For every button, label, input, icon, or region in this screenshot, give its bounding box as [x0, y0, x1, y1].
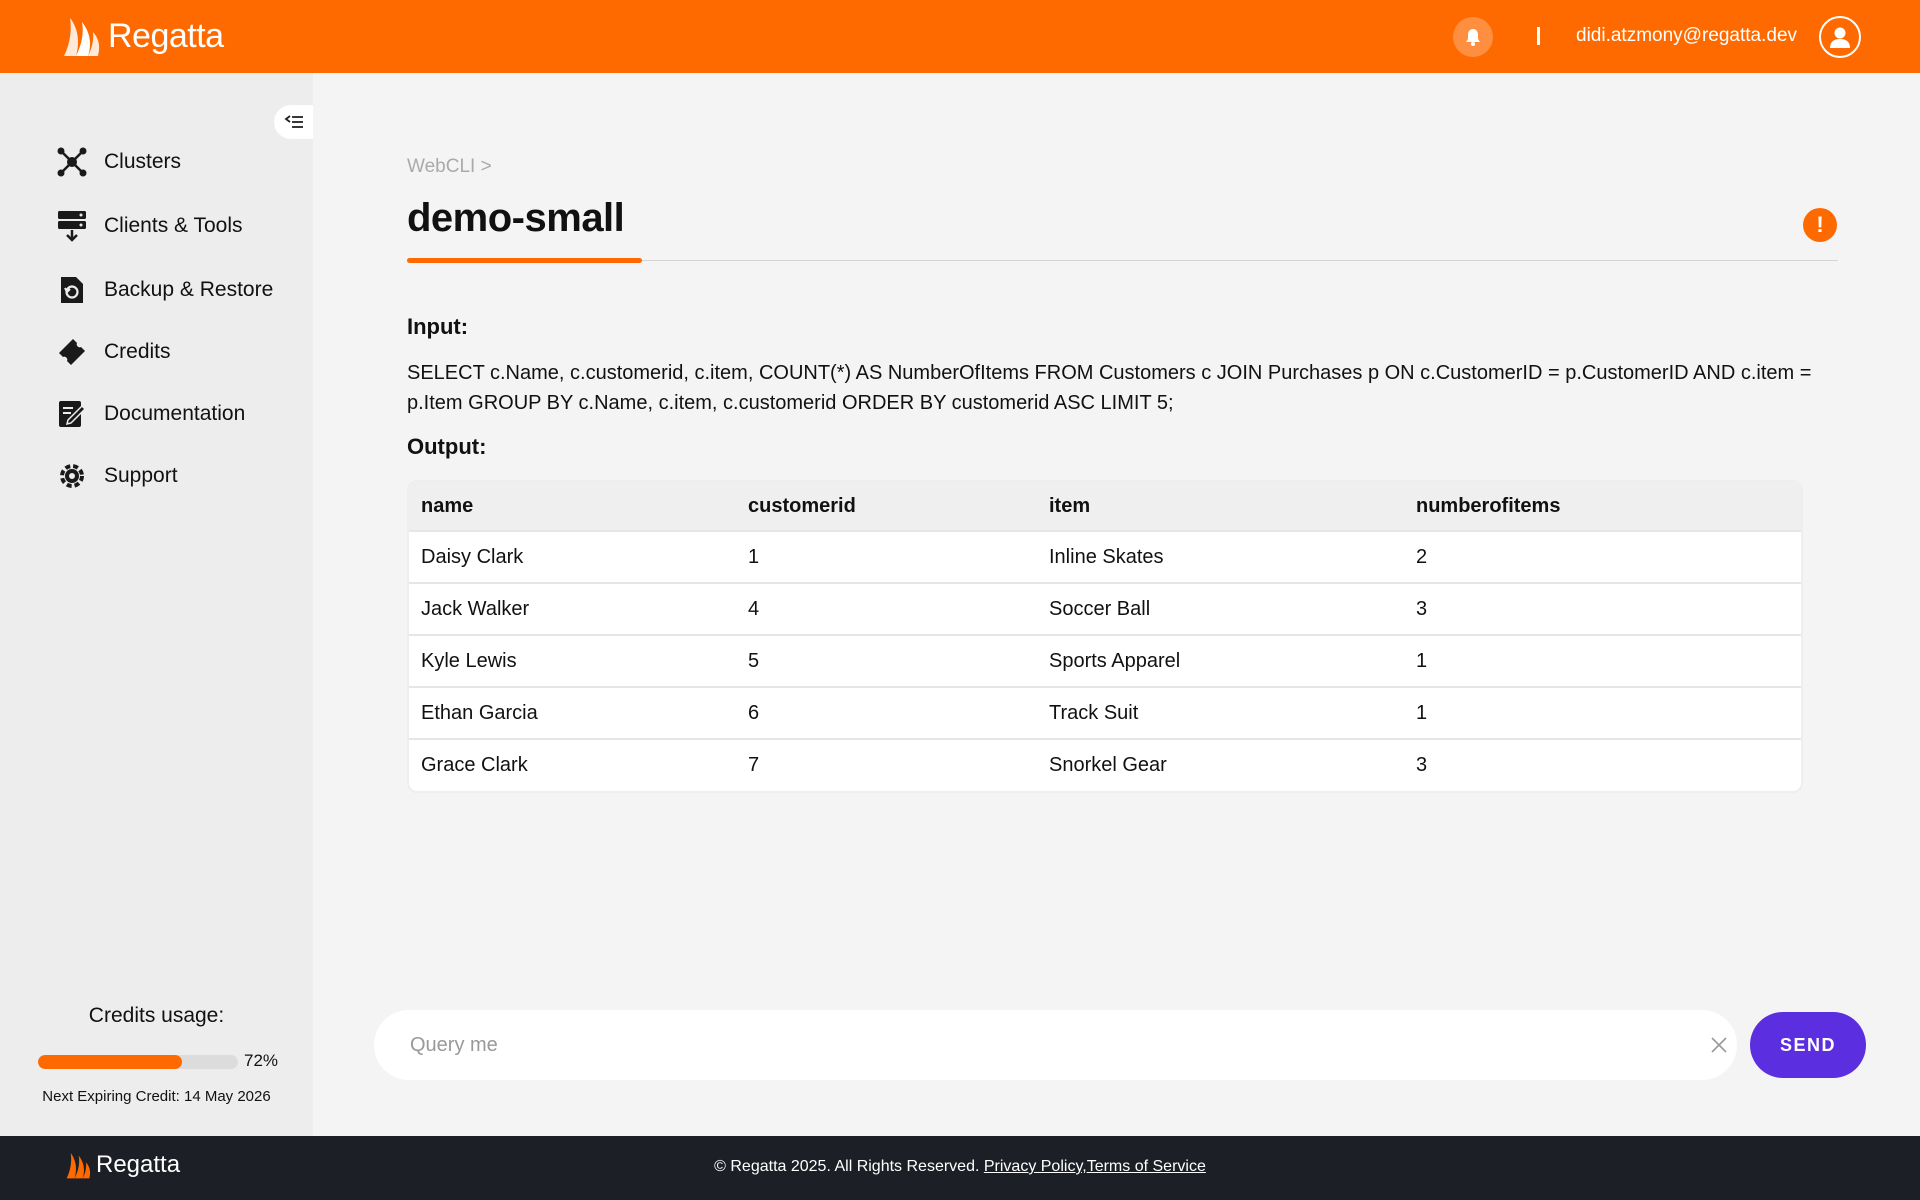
- table-cell: Ethan Garcia: [409, 686, 736, 739]
- user-avatar-button[interactable]: [1819, 16, 1861, 58]
- table-cell: Daisy Clark: [409, 530, 736, 583]
- output-label: Output:: [407, 434, 487, 459]
- clients-tools-icon: [56, 210, 88, 242]
- table-cell: 3: [1404, 582, 1801, 635]
- footer-copyright: © Regatta 2025. All Rights Reserved. Pri…: [0, 1158, 1920, 1176]
- clear-query-button[interactable]: [1704, 1030, 1734, 1060]
- sidebar-item-label: Clusters: [104, 150, 182, 173]
- send-button[interactable]: SEND: [1750, 1012, 1866, 1078]
- column-header: item: [1037, 482, 1404, 531]
- table-cell: 3: [1404, 738, 1801, 791]
- input-query-text: SELECT c.Name, c.customerid, c.item, COU…: [407, 362, 1812, 414]
- copyright-text: © Regatta 2025. All Rights Reserved.: [714, 1158, 980, 1175]
- user-email[interactable]: didi.atzmony@regatta.dev: [1576, 25, 1797, 47]
- table-cell: 6: [736, 686, 1037, 739]
- table-row: Kyle Lewis 5 Sports Apparel 1: [409, 634, 1801, 687]
- backup-restore-icon: [56, 274, 88, 306]
- table-cell: 1: [736, 530, 1037, 583]
- sidebar-item-clients-tools[interactable]: Clients & Tools: [56, 206, 243, 246]
- title-underline: [407, 258, 642, 263]
- credits-usage-percent: 72%: [244, 1051, 279, 1070]
- page-title: demo-small: [407, 196, 625, 240]
- header-divider: [1537, 27, 1540, 45]
- terms-of-service-link[interactable]: Terms of Service: [1087, 1158, 1206, 1175]
- sidebar-item-label: Credits: [104, 340, 171, 363]
- clusters-icon: [56, 146, 88, 178]
- table-cell: 4: [736, 582, 1037, 635]
- sidebar: Clusters Clients & Tools Backup & Restor…: [0, 73, 313, 1136]
- table-row: Grace Clark 7 Snorkel Gear 3: [409, 738, 1801, 791]
- footer: Regatta © Regatta 2025. All Rights Reser…: [0, 1136, 1920, 1200]
- table-cell: Snorkel Gear: [1037, 738, 1404, 791]
- table-cell: Soccer Ball: [1037, 582, 1404, 635]
- bell-icon: [1466, 29, 1480, 46]
- table-cell: Jack Walker: [409, 582, 736, 635]
- notifications-button[interactable]: [1453, 17, 1493, 57]
- column-header: customerid: [736, 482, 1037, 531]
- privacy-policy-link[interactable]: Privacy Policy,: [984, 1158, 1087, 1175]
- sidebar-item-credits[interactable]: Credits: [56, 332, 171, 372]
- input-label: Input:: [407, 314, 469, 339]
- query-input[interactable]: [410, 1028, 1650, 1062]
- sidebar-item-label: Support: [104, 464, 178, 487]
- credits-usage-title: Credits usage:: [88, 1004, 225, 1027]
- table-cell: 1: [1404, 686, 1801, 739]
- sidebar-item-label: Documentation: [104, 402, 246, 425]
- table-cell: 5: [736, 634, 1037, 687]
- top-header: Regatta didi.atzmony@regatta.dev: [0, 0, 1920, 73]
- credits-usage-bar-fill: [38, 1055, 182, 1069]
- table-cell: 2: [1404, 530, 1801, 583]
- documentation-icon: [56, 398, 88, 430]
- query-bar: [374, 1010, 1737, 1080]
- collapse-sidebar-button[interactable]: [274, 105, 313, 139]
- table-row: Jack Walker 4 Soccer Ball 3: [409, 582, 1801, 635]
- credits-usage-bar: [38, 1055, 238, 1069]
- close-icon: [1711, 1037, 1727, 1053]
- brand-logo[interactable]: Regatta: [60, 12, 224, 60]
- next-expiring-credit: Next Expiring Credit: 14 May 2026: [42, 1088, 271, 1105]
- sail-logo-icon: [64, 18, 100, 56]
- sidebar-item-support[interactable]: Support: [56, 456, 178, 496]
- table-row: Ethan Garcia 6 Track Suit 1: [409, 686, 1801, 739]
- user-avatar-icon: [1830, 27, 1850, 48]
- sidebar-item-documentation[interactable]: Documentation: [56, 394, 245, 434]
- collapse-menu-icon: [284, 115, 303, 128]
- breadcrumb[interactable]: WebCLI >: [407, 156, 492, 178]
- credits-icon: [56, 336, 88, 368]
- table-cell: Grace Clark: [409, 738, 736, 791]
- sidebar-item-backup-restore[interactable]: Backup & Restore: [56, 270, 273, 310]
- alert-icon[interactable]: !: [1803, 208, 1837, 242]
- column-header: numberofitems: [1404, 482, 1801, 531]
- sidebar-item-label: Backup & Restore: [104, 278, 274, 301]
- table-cell: 7: [736, 738, 1037, 791]
- sidebar-item-clusters[interactable]: Clusters: [56, 142, 181, 182]
- support-icon: [56, 460, 88, 492]
- column-header: name: [409, 482, 736, 531]
- table-cell: Sports Apparel: [1037, 634, 1404, 687]
- table-cell: Kyle Lewis: [409, 634, 736, 687]
- table-cell: 1: [1404, 634, 1801, 687]
- table-cell: Inline Skates: [1037, 530, 1404, 583]
- table-cell: Track Suit: [1037, 686, 1404, 739]
- sidebar-item-label: Clients & Tools: [104, 214, 243, 237]
- output-table: name customerid item numberofitems Daisy…: [407, 480, 1803, 793]
- table-header-row: name customerid item numberofitems: [409, 482, 1801, 531]
- brand-name: Regatta: [108, 16, 224, 55]
- table-row: Daisy Clark 1 Inline Skates 2: [409, 530, 1801, 583]
